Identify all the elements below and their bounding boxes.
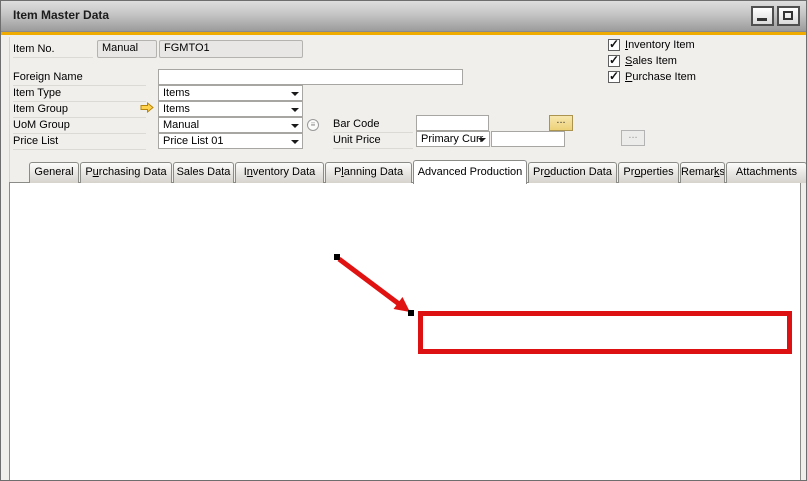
unit-price-input[interactable] [491,131,565,147]
item-no-label: Item No. [13,43,93,58]
tab-advanced-production[interactable]: Advanced Production [413,160,527,184]
link-arrow-icon[interactable] [140,102,154,113]
item-group-select[interactable]: Items [158,101,303,117]
uom-group-select[interactable]: Manual [158,117,303,133]
unit-price-browse-button[interactable]: ... [621,130,645,146]
price-list-select[interactable]: Price List 01 [158,133,303,149]
frame-line [9,37,10,182]
inventory-item-label: Inventory Item [625,39,695,51]
tab-planning-data[interactable]: Planning Data [325,162,412,183]
uom-group-label: UoM Group [13,119,146,134]
advanced-production-panel [9,182,801,480]
purchase-item-checkbox[interactable] [608,69,620,83]
tab-properties[interactable]: Properties [618,162,679,183]
tab-inventory-data[interactable]: Inventory Data [235,162,324,183]
tab-sales-data[interactable]: Sales Data [173,162,234,183]
item-type-label: Item Type [13,87,146,102]
chevron-down-icon [291,124,299,128]
item-group-label: Item Group [13,103,146,118]
bar-code-browse-button[interactable]: ... [549,115,573,131]
chevron-down-icon [291,108,299,112]
title-bar: Item Master Data [1,1,806,32]
tab-production-data[interactable]: Production Data [528,162,617,183]
foreign-name-input[interactable] [158,69,463,85]
maximize-button[interactable] [777,6,800,26]
bar-code-label: Bar Code [333,118,413,133]
accent-bar [1,32,806,35]
sales-item-label: Sales Item [625,55,677,67]
tab-purchasing-data[interactable]: Purchasing Data [80,162,172,183]
sales-item-checkbox[interactable] [608,53,620,67]
inventory-item-checkbox[interactable] [608,37,620,51]
maximize-icon [783,11,793,20]
item-no-field[interactable]: FGMTO1 [159,40,303,58]
window-title: Item Master Data [13,8,110,22]
item-master-data-window: Item Master Data Item No. Manual FGMTO1 … [0,0,807,481]
unit-price-currency-select[interactable]: Primary Curr [416,131,490,147]
purchase-item-label: Purchase Item [625,71,696,83]
uom-group-icon: ≡ [307,119,319,131]
tab-remarks[interactable]: Remarks [680,162,725,183]
chevron-down-icon [478,138,486,142]
minimize-button[interactable] [751,6,774,26]
item-no-type-field[interactable]: Manual [97,40,157,58]
tab-attachments[interactable]: Attachments [726,162,806,183]
chevron-down-icon [291,140,299,144]
bar-code-input[interactable] [416,115,489,131]
item-type-select[interactable]: Items [158,85,303,101]
price-list-label: Price List [13,135,146,150]
foreign-name-label: Foreign Name [13,71,146,86]
unit-price-label: Unit Price [333,134,413,149]
tab-general[interactable]: General [29,162,79,183]
chevron-down-icon [291,92,299,96]
minimize-icon [757,18,767,21]
